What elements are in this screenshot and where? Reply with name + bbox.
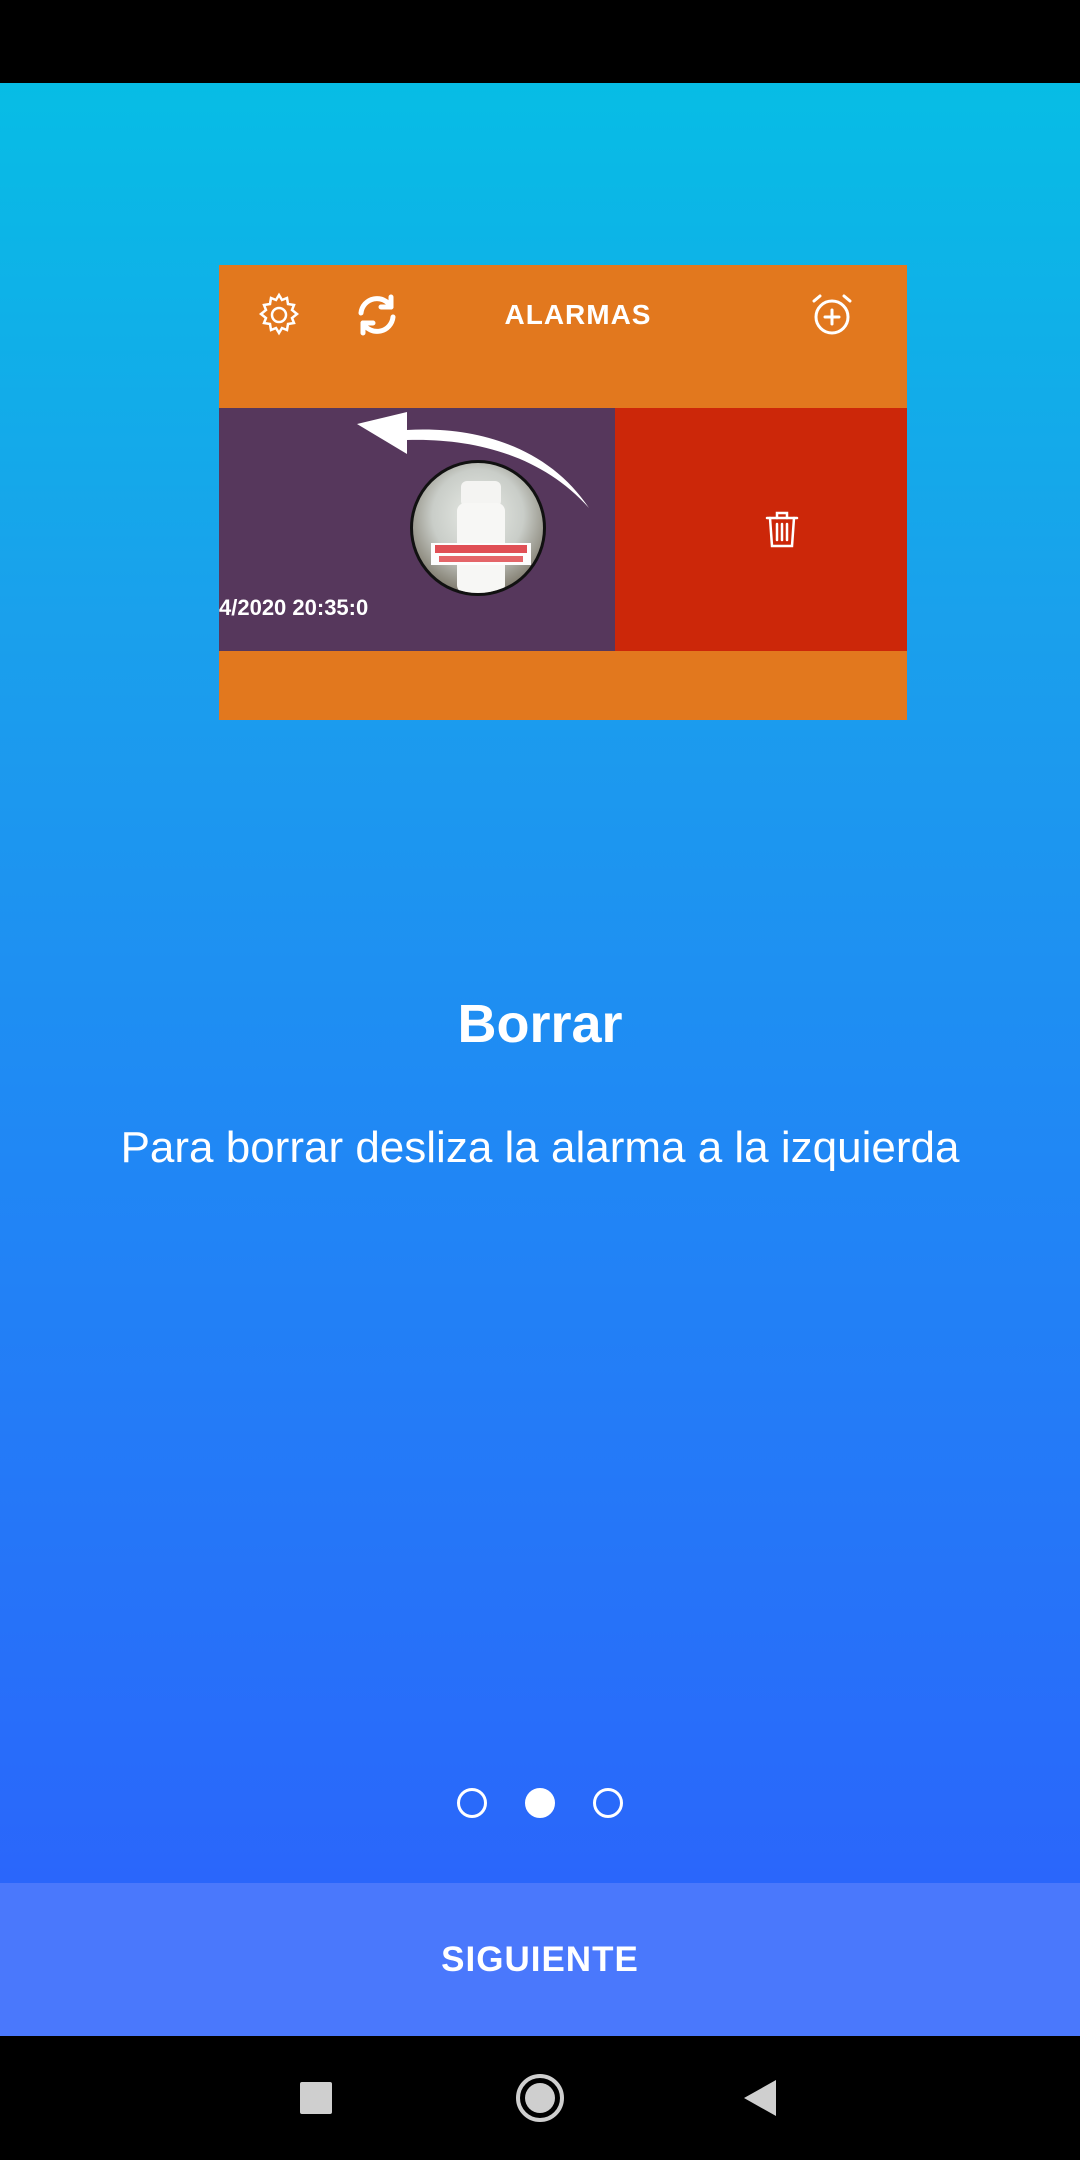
- slide-title: Borrar: [457, 994, 623, 1054]
- illustration-title: ALARMAS: [504, 299, 652, 330]
- illustration: ALARMAS 4/2020 20:35:0: [219, 265, 907, 720]
- page-dot-1[interactable]: [457, 1788, 487, 1818]
- home-circle-icon[interactable]: [508, 2066, 572, 2130]
- swipe-demo-row: 4/2020 20:35:0: [219, 408, 907, 651]
- back-triangle-icon[interactable]: [730, 2066, 794, 2130]
- page-dot-2-active[interactable]: [525, 1788, 555, 1818]
- recents-square-icon[interactable]: [284, 2066, 348, 2130]
- system-nav-bar: [0, 2036, 1080, 2160]
- status-bar: [0, 0, 1080, 83]
- page-dot-3[interactable]: [593, 1788, 623, 1818]
- swipe-left-arrow-icon: [357, 412, 589, 508]
- next-button[interactable]: SIGUIENTE: [0, 1883, 1080, 2036]
- illustration-header: ALARMAS: [219, 265, 907, 408]
- slide-description: Para borrar desliza la alarma a la izqui…: [120, 1123, 960, 1172]
- onboarding-slide[interactable]: ALARMAS 4/2020 20:35:0 Borrar Para borra…: [0, 83, 1080, 1883]
- alarm-add-icon: [808, 291, 856, 339]
- page-indicator: [0, 1783, 1080, 1823]
